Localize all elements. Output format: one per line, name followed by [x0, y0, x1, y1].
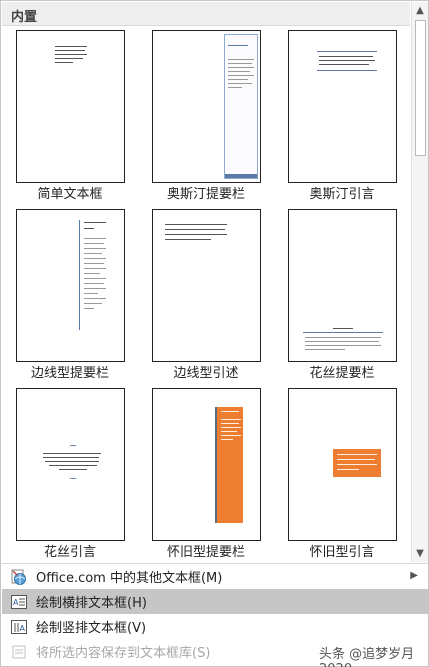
tile-label: 边线型提要栏 — [30, 366, 109, 381]
tile-label: 花丝提要栏 — [309, 366, 375, 381]
tile-retro-sidebar[interactable]: 怀旧型提要栏 — [138, 384, 274, 562]
menu-item-label: 将所选内容保存到文本框库(S) — [36, 646, 211, 661]
tile-label: 简单文本框 — [37, 187, 103, 202]
menu-item-draw-horizontal[interactable]: A 绘制横排文本框(H) — [2, 589, 428, 614]
scroll-down-button[interactable]: ▼ — [412, 545, 428, 561]
tile-thumbnail — [152, 30, 261, 183]
tile-thumbnail — [16, 209, 125, 362]
menu-item-draw-vertical[interactable]: A 绘制竖排文本框(V) — [2, 614, 428, 639]
scroll-thumb[interactable] — [415, 20, 426, 156]
save-to-gallery-icon — [6, 639, 32, 664]
tile-label: 怀旧型提要栏 — [166, 545, 245, 560]
tile-simple-textbox[interactable]: 简单文本框 — [2, 26, 138, 204]
tile-austin-quote[interactable]: 奥斯汀引言 — [274, 26, 410, 204]
horizontal-textbox-icon: A — [6, 589, 32, 614]
tile-retro-quote[interactable]: 怀旧型引言 — [274, 384, 410, 562]
menu-item-label: 绘制竖排文本框(V) — [36, 621, 147, 636]
office-globe-icon — [6, 564, 32, 589]
preview-quote — [333, 449, 381, 477]
tile-thumbnail — [152, 388, 261, 541]
tile-thumbnail — [288, 209, 397, 362]
preview-sidebar — [215, 407, 243, 523]
preview-quote — [43, 445, 103, 485]
preview-quote — [317, 51, 377, 75]
section-header-builtin: 内置 — [2, 2, 410, 26]
tile-filigree-sidebar[interactable]: 花丝提要栏 — [274, 205, 410, 383]
tile-label: 边线型引述 — [173, 366, 239, 381]
scroll-up-button[interactable]: ▲ — [412, 2, 428, 18]
tile-thumbnail — [288, 30, 397, 183]
preview-sidebar — [303, 328, 383, 354]
watermark-text: 头条 @追梦岁月2020 — [319, 647, 415, 667]
tile-thumbnail — [16, 30, 125, 183]
textbox-gallery: 简单文本框 奥斯汀提要栏 奥斯汀引言 边线型提要栏 边线型引述 花丝提要栏 花丝… — [2, 26, 410, 562]
preview-quote — [165, 224, 229, 246]
svg-text:A: A — [20, 624, 26, 633]
svg-text:A: A — [13, 598, 19, 607]
submenu-arrow-icon: ▶ — [410, 570, 418, 581]
tile-thumbnail — [288, 388, 397, 541]
tile-label: 奥斯汀提要栏 — [166, 187, 245, 202]
vertical-textbox-icon: A — [6, 614, 32, 639]
preview-textbox — [55, 45, 89, 65]
tile-austin-sidebar[interactable]: 奥斯汀提要栏 — [138, 26, 274, 204]
tile-label: 怀旧型引言 — [309, 545, 375, 560]
tile-sideline-quote[interactable]: 边线型引述 — [138, 205, 274, 383]
tile-label: 花丝引言 — [43, 545, 96, 560]
gallery-scrollbar[interactable]: ▲ ▼ — [411, 2, 428, 562]
menu-item-label: 绘制横排文本框(H) — [36, 596, 147, 611]
preview-sidebar — [79, 220, 109, 330]
tile-filigree-quote[interactable]: 花丝引言 — [2, 384, 138, 562]
tile-thumbnail — [152, 209, 261, 362]
textbox-gallery-dropdown: 内置 简单文本框 奥斯汀提要栏 奥斯汀引言 边线型提要栏 边线型引述 花丝提要栏… — [0, 0, 429, 667]
preview-sidebar — [224, 34, 258, 179]
menu-item-label: Office.com 中的其他文本框(M) — [36, 571, 223, 586]
tile-thumbnail — [16, 388, 125, 541]
menu-item-more-textboxes[interactable]: Office.com 中的其他文本框(M) ▶ — [2, 564, 428, 589]
tile-sideline-sidebar[interactable]: 边线型提要栏 — [2, 205, 138, 383]
tile-label: 奥斯汀引言 — [309, 187, 375, 202]
